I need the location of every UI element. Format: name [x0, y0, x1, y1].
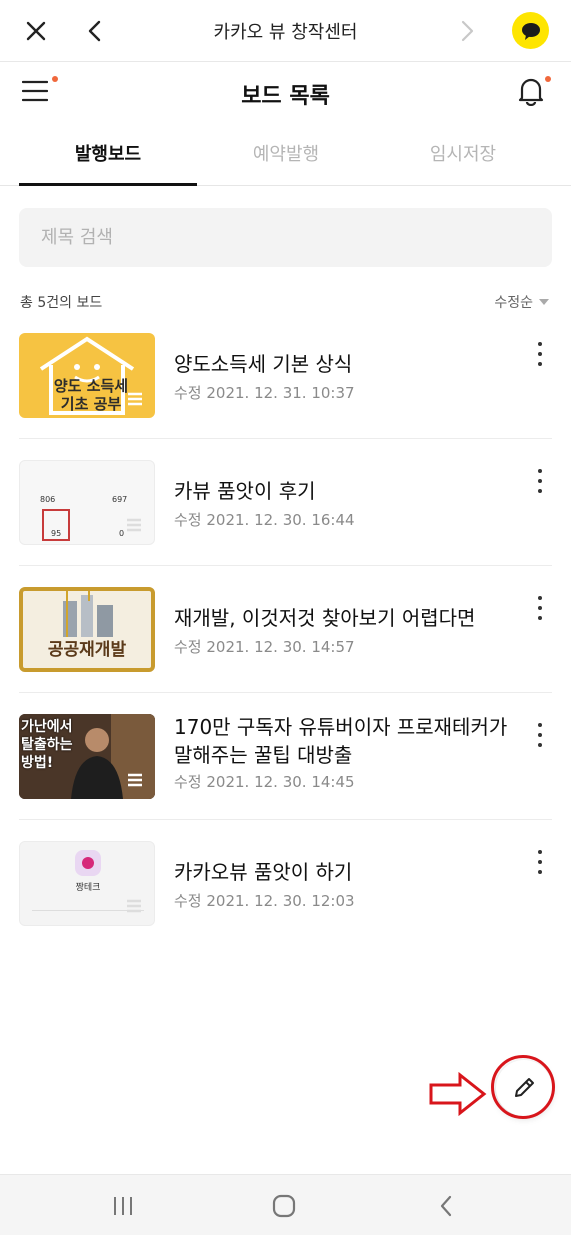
talk-bubble-icon [521, 22, 540, 40]
list-icon [128, 392, 142, 406]
board-row[interactable]: 가난에서 탈출하는 방법! 170만 구독자 유튜버이자 프로재테커가 말해주는… [19, 693, 552, 820]
board-title: 카뷰 품앗이 후기 [174, 479, 316, 503]
forward-button[interactable] [448, 11, 488, 51]
more-dot [538, 479, 542, 483]
system-back-button[interactable] [431, 1191, 461, 1221]
board-row[interactable]: 806 697 95 0 카뷰 품앗이 후기 수정 2021. 12. 30. … [19, 439, 552, 566]
board-thumbnail: 양도 소득세 기초 공부 [19, 333, 155, 418]
more-dot [538, 469, 542, 473]
chevron-right-icon [461, 20, 474, 42]
tab-published[interactable]: 발행보드 [19, 128, 197, 186]
logo-mark [82, 857, 94, 869]
thumbnail-text: 697 [112, 495, 128, 504]
sort-dropdown[interactable]: 수정순 [494, 292, 549, 312]
system-nav-bar [0, 1174, 571, 1235]
top-bar: 카카오 뷰 창작센터 [0, 0, 571, 62]
back-icon [440, 1195, 452, 1217]
thumbnail-text: 가난에서 [21, 719, 73, 735]
thumbnail-text: 공공재개발 [47, 640, 127, 660]
board-title: 양도소득세 기본 상식 [174, 352, 353, 376]
thumbnail-text: 806 [40, 495, 56, 504]
thumbnail-text: 양도 소득세 [53, 377, 129, 395]
tab-scheduled[interactable]: 예약발행 [197, 128, 375, 186]
sort-label: 수정순 [494, 295, 533, 311]
bell-notification-dot [545, 76, 551, 82]
board-date: 수정 2021. 12. 30. 14:45 [174, 773, 355, 791]
page-header: 보드 목록 [0, 62, 571, 122]
board-list: 양도 소득세 기초 공부 양도소득세 기본 상식 수정 2021. 12. 31… [0, 312, 571, 947]
more-dot [538, 870, 542, 874]
more-dot [538, 743, 542, 747]
tab-drafts[interactable]: 임시저장 [374, 128, 552, 186]
recent-apps-icon [114, 1197, 132, 1215]
board-date: 수정 2021. 12. 30. 12:03 [174, 892, 355, 910]
board-row[interactable]: 양도 소득세 기초 공부 양도소득세 기본 상식 수정 2021. 12. 31… [19, 312, 552, 439]
title-search-input[interactable] [19, 208, 552, 267]
board-thumbnail: 806 697 95 0 [19, 460, 155, 545]
thumbnail-text: 짱테크 [75, 883, 101, 893]
red-arrow-annotation [429, 1072, 487, 1116]
board-thumbnail: 짱테크 [19, 841, 155, 926]
board-date: 수정 2021. 12. 30. 16:44 [174, 511, 355, 529]
board-title: 카카오뷰 품앗이 하기 [174, 860, 353, 884]
more-dot [538, 606, 542, 610]
more-options-button[interactable] [532, 850, 548, 874]
board-date: 수정 2021. 12. 31. 10:37 [174, 384, 355, 402]
board-row[interactable]: 공공재개발 재개발, 이것저것 찾아보기 어렵다면 수정 2021. 12. 3… [19, 566, 552, 693]
board-title: 재개발, 이것저것 찾아보기 어렵다면 [174, 606, 476, 630]
more-dot [538, 616, 542, 620]
thumbnail-text: 95 [51, 529, 62, 538]
more-dot [538, 723, 542, 727]
home-icon [272, 1194, 296, 1218]
notifications-button[interactable] [517, 76, 551, 110]
thumbnail-text: 기초 공부 [60, 395, 122, 413]
more-options-button[interactable] [532, 469, 548, 493]
board-thumbnail: 가난에서 탈출하는 방법! [19, 714, 155, 799]
bell-icon [518, 78, 544, 107]
list-icon [127, 518, 141, 532]
more-dot [538, 362, 542, 366]
thumbnail-text: 0 [119, 529, 125, 538]
board-count: 총 5건의 보드 [20, 295, 103, 311]
channel-logo [75, 850, 101, 876]
more-options-button[interactable] [532, 596, 548, 620]
more-dot [538, 352, 542, 356]
recent-apps-button[interactable] [108, 1191, 138, 1221]
home-button[interactable] [269, 1191, 299, 1221]
more-dot [538, 489, 542, 493]
list-icon [127, 899, 141, 913]
more-dot [538, 733, 542, 737]
page-title: 보드 목록 [241, 84, 330, 109]
board-row[interactable]: 짱테크 카카오뷰 품앗이 하기 수정 2021. 12. 30. 12:03 [19, 820, 552, 947]
red-circle-annotation [491, 1055, 555, 1119]
more-dot [538, 342, 542, 346]
thumbnail-text: 탈출하는 [21, 737, 73, 753]
thumbnail-text: 방법! [21, 755, 54, 771]
board-title: 170만 구독자 유튜버이자 프로재테커가 말해주는 꿀팁 대방출 [174, 715, 508, 767]
kakaotalk-button[interactable] [512, 12, 549, 49]
caret-down-icon [539, 299, 549, 305]
more-options-button[interactable] [532, 342, 548, 366]
more-dot [538, 850, 542, 854]
board-tabs: 발행보드 예약발행 임시저장 [0, 128, 571, 186]
more-dot [538, 860, 542, 864]
more-dot [538, 596, 542, 600]
board-date: 수정 2021. 12. 30. 14:57 [174, 638, 355, 656]
board-thumbnail: 공공재개발 [19, 587, 155, 672]
list-icon [128, 773, 142, 787]
more-options-button[interactable] [532, 723, 548, 747]
